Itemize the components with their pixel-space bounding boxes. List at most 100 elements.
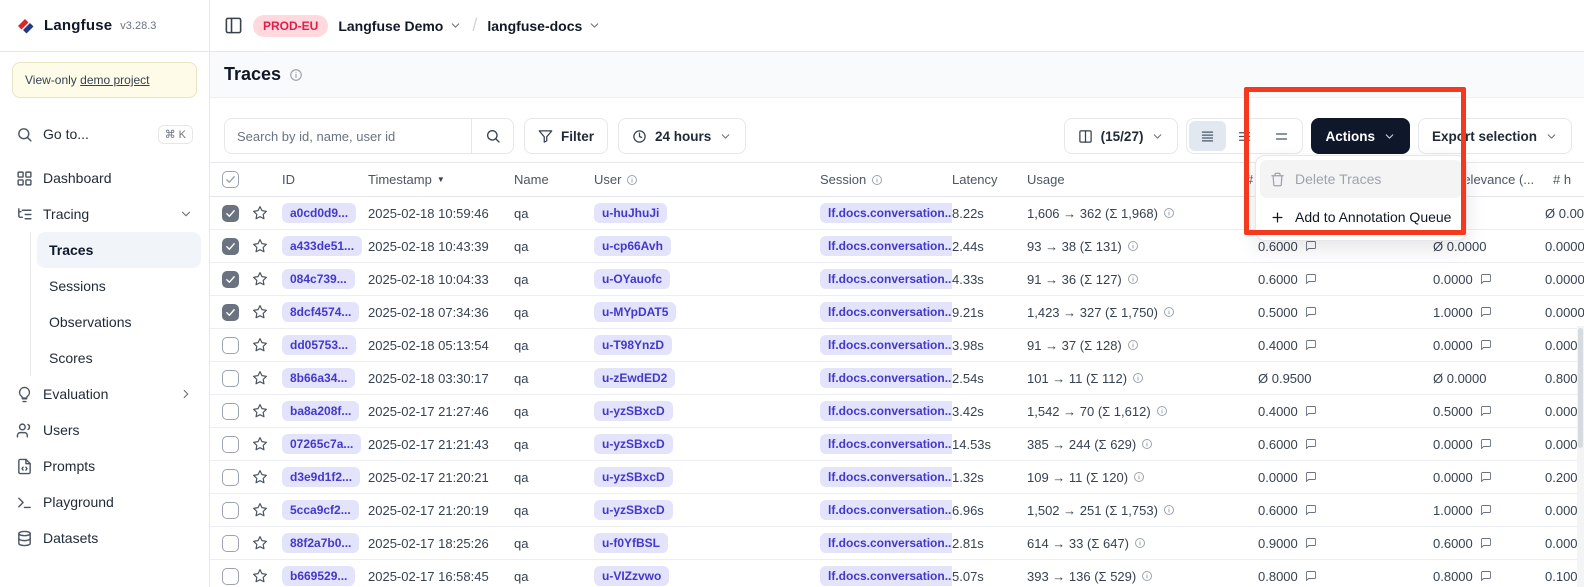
user-id-badge[interactable]: u-yzSBxcD bbox=[594, 401, 673, 421]
sidebar-item-goto[interactable]: Go to... ⌘ K bbox=[8, 116, 201, 152]
column-visibility-button[interactable]: (15/27) bbox=[1064, 118, 1179, 154]
search-icon[interactable] bbox=[471, 119, 513, 153]
session-id-badge[interactable]: lf.docs.conversation... bbox=[820, 335, 952, 355]
col-header-id[interactable]: ID bbox=[282, 172, 368, 187]
session-id-badge[interactable]: lf.docs.conversation... bbox=[820, 236, 952, 256]
trace-id-badge[interactable]: d3e9d1f2... bbox=[282, 467, 360, 487]
session-id-badge[interactable]: lf.docs.conversation... bbox=[820, 566, 952, 586]
row-checkbox[interactable] bbox=[222, 304, 239, 321]
row-height-compact-button[interactable] bbox=[1189, 121, 1226, 151]
row-checkbox[interactable] bbox=[222, 568, 239, 585]
trace-id-badge[interactable]: 084c739... bbox=[282, 269, 355, 289]
vertical-scrollbar[interactable] bbox=[1577, 326, 1584, 587]
trace-id-badge[interactable]: b669529... bbox=[282, 566, 355, 586]
row-checkbox[interactable] bbox=[222, 337, 239, 354]
user-id-badge[interactable]: u-zEwdED2 bbox=[594, 368, 675, 388]
menu-item-add-to-annotation-queue[interactable]: Add to Annotation Queue bbox=[1260, 198, 1462, 236]
bookmark-star-icon[interactable] bbox=[252, 205, 268, 221]
user-id-badge[interactable]: u-VIZzvwo bbox=[594, 566, 669, 586]
trace-id-badge[interactable]: 07265c7a... bbox=[282, 434, 361, 454]
trace-id-badge[interactable]: a0cd0d9... bbox=[282, 203, 356, 223]
org-breadcrumb[interactable]: Langfuse Demo bbox=[338, 18, 462, 34]
select-all-checkbox[interactable] bbox=[222, 171, 239, 188]
session-id-badge[interactable]: lf.docs.conversation... bbox=[820, 302, 952, 322]
row-checkbox[interactable] bbox=[222, 502, 239, 519]
bookmark-star-icon[interactable] bbox=[252, 436, 268, 452]
row-height-tall-button[interactable] bbox=[1263, 121, 1300, 151]
user-id-badge[interactable]: u-cp66Avh bbox=[594, 236, 671, 256]
sidebar-item-sessions[interactable]: Sessions bbox=[37, 268, 201, 304]
col-header-latency[interactable]: Latency bbox=[952, 172, 1027, 187]
user-id-badge[interactable]: u-OYauofc bbox=[594, 269, 670, 289]
user-id-badge[interactable]: u-f0YfBSL bbox=[594, 533, 668, 553]
sidebar-item-scores[interactable]: Scores bbox=[37, 340, 201, 376]
panel-toggle-icon[interactable] bbox=[224, 16, 243, 35]
user-id-badge[interactable]: u-yzSBxcD bbox=[594, 467, 673, 487]
project-breadcrumb[interactable]: langfuse-docs bbox=[487, 18, 601, 34]
row-height-medium-button[interactable] bbox=[1226, 121, 1263, 151]
row-checkbox[interactable] bbox=[222, 469, 239, 486]
filter-button[interactable]: Filter bbox=[524, 118, 608, 154]
sidebar-item-traces[interactable]: Traces bbox=[37, 232, 201, 268]
row-checkbox[interactable] bbox=[222, 370, 239, 387]
row-checkbox[interactable] bbox=[222, 535, 239, 552]
col-header-usage[interactable]: Usage bbox=[1027, 172, 1245, 187]
timerange-button[interactable]: 24 hours bbox=[618, 118, 746, 154]
session-id-badge[interactable]: lf.docs.conversation... bbox=[820, 533, 952, 553]
row-checkbox[interactable] bbox=[222, 403, 239, 420]
trace-id-badge[interactable]: a433de51... bbox=[282, 236, 362, 256]
trace-id-badge[interactable]: 8b66a34... bbox=[282, 368, 355, 388]
sidebar-item-tracing[interactable]: Tracing bbox=[8, 196, 201, 232]
demo-project-link[interactable]: demo project bbox=[80, 73, 149, 87]
sidebar-item-datasets[interactable]: Datasets bbox=[8, 520, 201, 556]
bookmark-star-icon[interactable] bbox=[252, 568, 268, 584]
trace-id-badge[interactable]: dd05753... bbox=[282, 335, 356, 355]
bookmark-star-icon[interactable] bbox=[252, 502, 268, 518]
bookmark-star-icon[interactable] bbox=[252, 403, 268, 419]
sidebar-item-observations[interactable]: Observations bbox=[37, 304, 201, 340]
actions-button[interactable]: Actions bbox=[1311, 118, 1410, 154]
playground-label: Playground bbox=[43, 494, 114, 510]
bookmark-star-icon[interactable] bbox=[252, 304, 268, 320]
session-id-badge[interactable]: lf.docs.conversation... bbox=[820, 434, 952, 454]
sidebar-item-prompts[interactable]: Prompts bbox=[8, 448, 201, 484]
row-checkbox[interactable] bbox=[222, 436, 239, 453]
session-id-badge[interactable]: lf.docs.conversation... bbox=[820, 401, 952, 421]
user-id-badge[interactable]: u-yzSBxcD bbox=[594, 434, 673, 454]
menu-item-delete-traces[interactable]: Delete Traces bbox=[1260, 160, 1462, 198]
row-checkbox[interactable] bbox=[222, 205, 239, 222]
row-checkbox[interactable] bbox=[222, 238, 239, 255]
session-id-badge[interactable]: lf.docs.conversation... bbox=[820, 203, 952, 223]
trace-id-badge[interactable]: ba8a208f... bbox=[282, 401, 359, 421]
bookmark-star-icon[interactable] bbox=[252, 337, 268, 353]
sidebar-item-users[interactable]: Users bbox=[8, 412, 201, 448]
export-selection-button[interactable]: Export selection bbox=[1418, 118, 1572, 154]
trace-id-badge[interactable]: 8dcf4574... bbox=[282, 302, 359, 322]
bookmark-star-icon[interactable] bbox=[252, 271, 268, 287]
session-id-badge[interactable]: lf.docs.conversation... bbox=[820, 269, 952, 289]
col-header-session[interactable]: Session bbox=[820, 172, 952, 187]
bookmark-star-icon[interactable] bbox=[252, 370, 268, 386]
scrollbar-thumb[interactable] bbox=[1578, 328, 1583, 448]
bookmark-star-icon[interactable] bbox=[252, 238, 268, 254]
user-id-badge[interactable]: u-yzSBxcD bbox=[594, 500, 673, 520]
session-id-badge[interactable]: lf.docs.conversation... bbox=[820, 368, 952, 388]
row-checkbox[interactable] bbox=[222, 271, 239, 288]
col-header-score-c[interactable]: # h bbox=[1542, 172, 1584, 187]
bookmark-star-icon[interactable] bbox=[252, 469, 268, 485]
trace-id-badge[interactable]: 5cca9cf2... bbox=[282, 500, 359, 520]
user-id-badge[interactable]: u-MYpDAT5 bbox=[594, 302, 676, 322]
bookmark-star-icon[interactable] bbox=[252, 535, 268, 551]
sidebar-item-dashboard[interactable]: Dashboard bbox=[8, 160, 201, 196]
trace-id-badge[interactable]: 88f2a7b0... bbox=[282, 533, 359, 553]
user-id-badge[interactable]: u-T98YnzD bbox=[594, 335, 672, 355]
col-header-timestamp[interactable]: Timestamp▼ bbox=[368, 172, 514, 187]
col-header-name[interactable]: Name bbox=[514, 172, 594, 187]
session-id-badge[interactable]: lf.docs.conversation... bbox=[820, 467, 952, 487]
session-id-badge[interactable]: lf.docs.conversation... bbox=[820, 500, 952, 520]
search-input[interactable] bbox=[225, 119, 471, 153]
sidebar-item-evaluation[interactable]: Evaluation bbox=[8, 376, 201, 412]
sidebar-item-playground[interactable]: Playground bbox=[8, 484, 201, 520]
user-id-badge[interactable]: u-huJhuJi bbox=[594, 203, 667, 223]
col-header-user[interactable]: User bbox=[594, 172, 820, 187]
